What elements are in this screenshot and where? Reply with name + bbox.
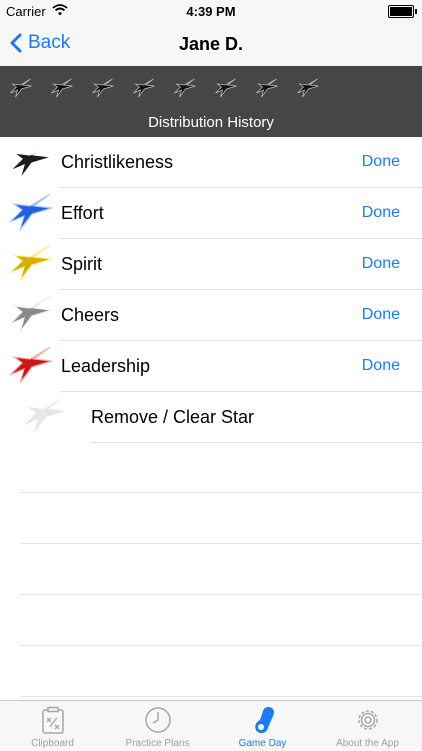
clipboard-icon [42, 706, 64, 734]
distribution-history-panel: Distribution History [0, 66, 422, 137]
tab-game-day[interactable]: Game Day [210, 701, 315, 751]
done-button[interactable]: Done [362, 153, 400, 171]
empty-row-divider [20, 696, 422, 697]
tab-label: About the App [336, 738, 399, 749]
remove-clear-star-item[interactable]: Remove / Clear Star [0, 392, 422, 443]
distribution-history-title: Distribution History [148, 114, 274, 131]
page-title: Jane D. [178, 34, 244, 54]
list-item-leadership[interactable]: Leadership Done [0, 341, 422, 392]
gear-icon [358, 710, 378, 730]
history-star-icon [133, 78, 155, 98]
done-button[interactable]: Done [362, 306, 400, 324]
history-star-icon [297, 78, 319, 98]
clock-icon [145, 707, 171, 733]
list-item-cheers[interactable]: Cheers Done [0, 290, 422, 341]
star-icon [9, 244, 53, 282]
star-icon [9, 295, 53, 333]
star-icon [9, 346, 53, 384]
empty-row-divider [20, 543, 422, 544]
tab-about-the-app[interactable]: About the App [315, 701, 420, 751]
done-button[interactable]: Done [362, 255, 400, 273]
list-item-christlikeness[interactable]: Christlikeness Done [0, 137, 422, 188]
history-star-icon [51, 78, 73, 98]
history-star-icon [10, 78, 32, 98]
star-icon [9, 193, 53, 231]
star-icon [9, 142, 53, 180]
tab-label: Game Day [238, 738, 287, 749]
tab-practice-plans[interactable]: Practice Plans [105, 701, 210, 751]
star-list: Christlikeness Done Effort Done Spirit D… [0, 137, 422, 443]
done-button[interactable]: Done [362, 357, 400, 375]
navigation-bar: Back Jane D. [0, 22, 422, 66]
list-item-spirit[interactable]: Spirit Done [0, 239, 422, 290]
item-label: Christlikeness [61, 152, 174, 172]
history-star-icon [256, 78, 278, 98]
history-star-icon [174, 78, 196, 98]
history-star-icon [215, 78, 237, 98]
tab-bar: Clipboard Practice Plans Game Day About … [0, 700, 422, 751]
whistle-icon [255, 707, 274, 733]
history-stars [6, 78, 334, 100]
item-label: Spirit [61, 254, 103, 274]
list-item-effort[interactable]: Effort Done [0, 188, 422, 239]
item-label: Cheers [61, 305, 120, 325]
empty-row-divider [20, 645, 422, 646]
item-label: Effort [61, 203, 104, 223]
empty-row-divider [20, 594, 422, 595]
item-label: Remove / Clear Star [91, 407, 255, 427]
clock-time: 4:39 PM [186, 4, 236, 19]
done-button[interactable]: Done [362, 204, 400, 222]
star-icon [24, 397, 66, 433]
battery-icon [388, 5, 417, 18]
history-star-icon [92, 78, 114, 98]
empty-row-divider [20, 492, 422, 493]
item-label: Leadership [61, 356, 151, 376]
tab-clipboard[interactable]: Clipboard [0, 701, 105, 751]
tab-label: Clipboard [31, 738, 74, 749]
status-bar: Carrier 4:39 PM [0, 0, 422, 22]
tab-label: Practice Plans [125, 738, 190, 749]
